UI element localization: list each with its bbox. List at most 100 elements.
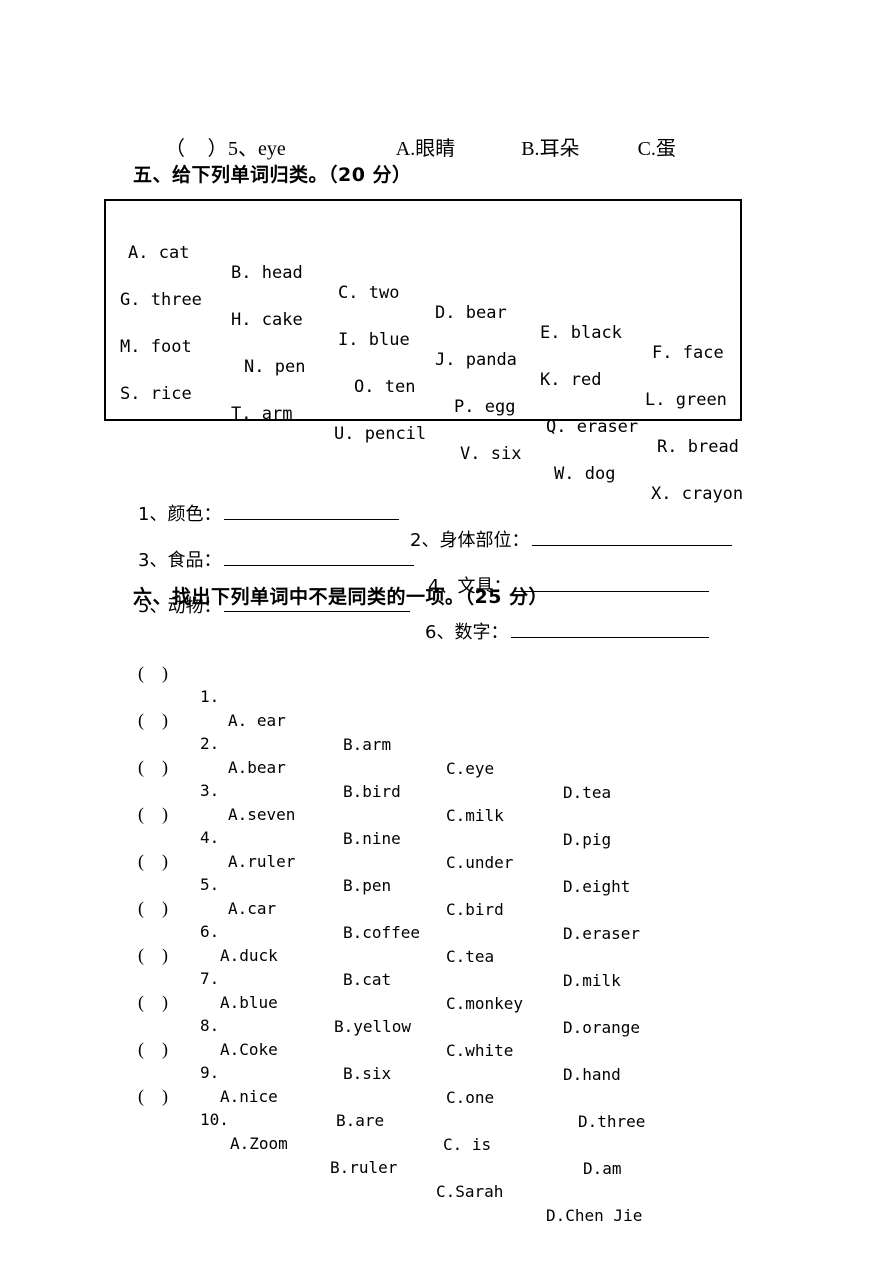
option-a[interactable]: A. ear [228, 709, 286, 733]
question-number: 5. [200, 875, 220, 894]
word-bank-entry: P. egg [454, 397, 515, 417]
entry-letter: F. [652, 343, 673, 363]
option-c[interactable]: C.tea [446, 945, 494, 969]
option-b[interactable]: B.cat [343, 968, 391, 992]
answer-bracket[interactable]: ( ) [138, 1037, 168, 1061]
option-label: A. [228, 899, 248, 918]
entry-letter: G. [120, 290, 141, 310]
option-a[interactable]: A.nice [220, 1085, 278, 1109]
category-label: 6、数字： [425, 622, 509, 643]
option-text-c[interactable]: 蛋 [656, 138, 676, 160]
option-c[interactable]: C. is [443, 1133, 491, 1157]
entry-word: egg [484, 397, 516, 417]
option-label: A. [220, 993, 240, 1012]
option-d[interactable]: D.milk [563, 969, 621, 993]
option-a[interactable]: A.Coke [220, 1038, 278, 1062]
option-b[interactable]: B.ruler [330, 1156, 397, 1180]
option-c[interactable]: C.monkey [446, 992, 523, 1016]
answer-blank[interactable] [511, 620, 710, 638]
option-a[interactable]: A.car [228, 897, 276, 921]
option-b[interactable]: B.pen [343, 874, 391, 898]
entry-word: foot [150, 337, 192, 357]
option-d[interactable]: D.Chen Jie [546, 1204, 642, 1228]
option-label: A. [230, 1134, 250, 1153]
option-text: cat [362, 970, 392, 989]
option-a[interactable]: A.blue [220, 991, 278, 1015]
option-text: orange [582, 1018, 641, 1037]
option-c[interactable]: C.eye [446, 757, 494, 781]
entry-letter: T. [231, 404, 252, 424]
question-number: 10. [200, 1110, 229, 1129]
entry-word: three [150, 290, 202, 310]
option-c[interactable]: C.one [446, 1086, 494, 1110]
answer-bracket[interactable]: （ ） [165, 138, 228, 160]
option-label: B. [343, 876, 363, 895]
answer-bracket[interactable]: ( ) [138, 943, 168, 967]
option-label: B. [334, 1017, 354, 1036]
answer-bracket[interactable]: ( ) [138, 802, 168, 826]
option-b[interactable]: B.nine [343, 827, 401, 851]
option-text: milk [465, 806, 504, 825]
option-text: seven [247, 805, 296, 824]
option-c[interactable]: C.Sarah [436, 1180, 503, 1204]
option-text: tea [465, 947, 495, 966]
option-a[interactable]: A.duck [220, 944, 278, 968]
question-number: 7. [200, 969, 220, 988]
entry-letter: A. [128, 243, 149, 263]
option-text: ear [247, 711, 286, 730]
option-text: ruler [247, 852, 296, 871]
option-text: six [362, 1064, 392, 1083]
entry-word: eraser [576, 417, 639, 437]
question-row: ( ) 1. A. ear B.arm C.eye D.tea [138, 637, 611, 802]
option-b[interactable]: B.six [343, 1062, 391, 1086]
option-text: yellow [353, 1017, 412, 1036]
option-label: D. [563, 877, 583, 896]
answer-bracket[interactable]: ( ) [138, 1084, 168, 1108]
option-text: eraser [582, 924, 641, 943]
option-d[interactable]: D.hand [563, 1063, 621, 1087]
question-row: ( ) 7. A.blue B.yellow C.white D.hand [138, 919, 621, 1084]
option-c[interactable]: C.bird [446, 898, 504, 922]
option-d[interactable]: D.orange [563, 1016, 640, 1040]
option-text: pig [582, 830, 612, 849]
option-text: bird [362, 782, 401, 801]
option-b[interactable]: B.bird [343, 780, 401, 804]
option-c[interactable]: C.under [446, 851, 513, 875]
option-label: D. [546, 1206, 566, 1225]
option-a[interactable]: A.Zoom [230, 1132, 288, 1156]
category-field-numbers[interactable]: 6、数字： [425, 620, 710, 646]
option-b[interactable]: B.coffee [343, 921, 420, 945]
exam-page: （ ）5、eye A.眼睛 B.耳朵 C.蛋 五、给下列单词归类。（20 分） A. … [0, 0, 892, 1262]
option-text-b[interactable]: 耳朵 [540, 138, 580, 160]
option-d[interactable]: D.pig [563, 828, 611, 852]
option-label: B. [343, 970, 363, 989]
question-row: ( ) 8. A.Coke B.six C.one D.three [138, 966, 645, 1131]
option-a[interactable]: A.seven [228, 803, 295, 827]
option-d[interactable]: D.tea [563, 781, 611, 805]
answer-bracket[interactable]: ( ) [138, 661, 168, 685]
option-text-a[interactable]: 眼睛 [415, 138, 455, 160]
option-a[interactable]: A.bear [228, 756, 286, 780]
word-bank-entry: T. arm [231, 404, 292, 424]
option-text: Chen Jie [565, 1206, 643, 1225]
option-d[interactable]: D.eraser [563, 922, 640, 946]
option-b[interactable]: B.yellow [334, 1015, 411, 1039]
answer-bracket[interactable]: ( ) [138, 990, 168, 1014]
option-a[interactable]: A.ruler [228, 850, 295, 874]
word-bank-entry: U. pencil [334, 424, 426, 444]
answer-bracket[interactable]: ( ) [138, 849, 168, 873]
answer-bracket[interactable]: ( ) [138, 708, 168, 732]
answer-bracket[interactable]: ( ) [138, 896, 168, 920]
option-d[interactable]: D.three [578, 1110, 645, 1134]
option-b[interactable]: B.arm [343, 733, 391, 757]
option-label: C. [446, 947, 466, 966]
answer-bracket[interactable]: ( ) [138, 755, 168, 779]
option-c[interactable]: C.milk [446, 804, 504, 828]
option-d[interactable]: D.am [583, 1157, 622, 1181]
option-text: hand [582, 1065, 621, 1084]
question-row: ( ) 4. A.ruler B.pen C.bird D.eraser [138, 778, 640, 943]
option-d[interactable]: D.eight [563, 875, 630, 899]
option-c[interactable]: C.white [446, 1039, 513, 1063]
word-bank-box: A. cat B. head C. two D. bear E. black F… [104, 199, 743, 504]
option-b[interactable]: B.are [336, 1109, 384, 1133]
